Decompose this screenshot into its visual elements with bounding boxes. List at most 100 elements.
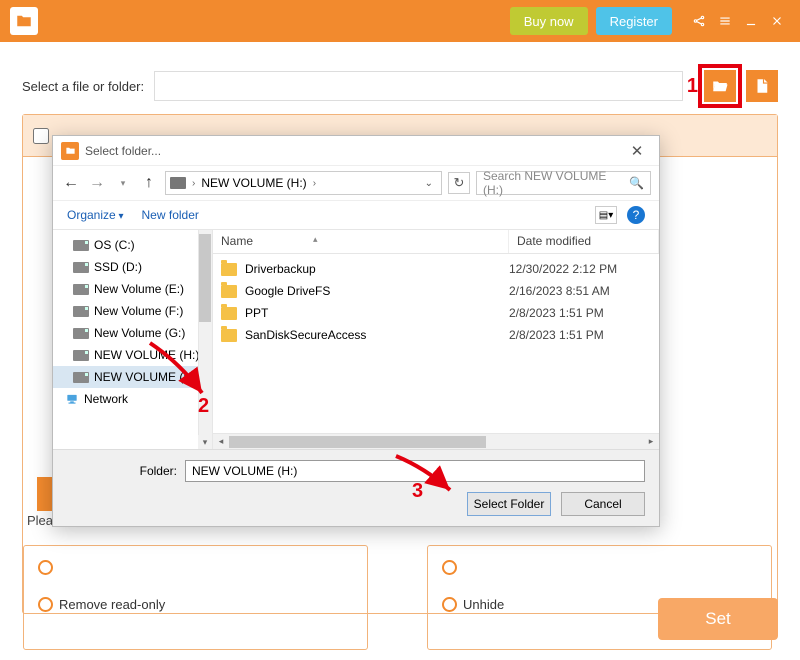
tree-item[interactable]: New Volume (E:) xyxy=(53,278,212,300)
marker-3: 3 xyxy=(412,480,423,503)
nav-back-icon[interactable]: ← xyxy=(61,173,81,193)
marker-1: 1 xyxy=(687,75,698,98)
folder-label: Folder: xyxy=(67,464,177,478)
nav-up-icon[interactable]: ↑ xyxy=(139,173,159,193)
file-date: 2/8/2023 1:51 PM xyxy=(509,306,659,320)
breadcrumb[interactable]: › NEW VOLUME (H:) › ⌄ xyxy=(165,171,442,195)
minimize-icon[interactable] xyxy=(738,0,764,42)
tree-item[interactable]: Network xyxy=(53,388,212,410)
radio[interactable] xyxy=(442,597,457,612)
drive-icon xyxy=(170,177,186,189)
folder-input[interactable] xyxy=(185,460,645,482)
file-date: 2/8/2023 1:51 PM xyxy=(509,328,659,342)
network-icon xyxy=(65,392,79,406)
tree-item-selected[interactable]: NEW VOLUME (H:) xyxy=(53,366,212,388)
select-folder-button[interactable]: Select Folder xyxy=(467,492,551,516)
file-row[interactable]: Driverbackup12/30/2022 2:12 PM xyxy=(213,258,659,280)
file-date: 12/30/2022 2:12 PM xyxy=(509,262,659,276)
search-input[interactable]: Search NEW VOLUME (H:) 🔍 xyxy=(476,171,651,195)
chevron-right-icon: › xyxy=(313,178,316,189)
tree-label: New Volume (G:) xyxy=(94,326,185,340)
organize-menu[interactable]: Organize xyxy=(67,208,124,222)
radio[interactable] xyxy=(442,560,457,575)
tree-label: OS (C:) xyxy=(94,238,135,252)
option-label: Unhide xyxy=(463,597,504,612)
scroll-left-icon[interactable]: ◂ xyxy=(213,434,229,450)
tree-label: New Volume (F:) xyxy=(94,304,183,318)
tree-item[interactable]: SSD (D:) xyxy=(53,256,212,278)
buy-now-button[interactable]: Buy now xyxy=(510,7,588,35)
file-row[interactable]: Google DriveFS2/16/2023 8:51 AM xyxy=(213,280,659,302)
help-icon[interactable]: ? xyxy=(627,206,645,224)
dialog-nav: ← → ▾ ↑ › NEW VOLUME (H:) › ⌄ ↻ Search N… xyxy=(53,166,659,200)
horizontal-scrollbar[interactable]: ◂ ▸ xyxy=(213,433,659,449)
options-left: Remove read-only xyxy=(23,545,368,650)
app-logo xyxy=(10,7,38,35)
file-row[interactable]: PPT2/8/2023 1:51 PM xyxy=(213,302,659,324)
nav-recent-icon[interactable]: ▾ xyxy=(113,173,133,193)
drive-icon xyxy=(73,240,89,251)
sort-indicator-icon: ▴ xyxy=(313,234,318,249)
browse-folder-button[interactable] xyxy=(704,70,736,102)
tree-item[interactable]: New Volume (F:) xyxy=(53,300,212,322)
tree-label: NEW VOLUME (H:) xyxy=(94,348,199,362)
drive-icon xyxy=(73,372,89,383)
new-folder-button[interactable]: New folder xyxy=(142,208,199,222)
tree-label: SSD (D:) xyxy=(94,260,142,274)
radio[interactable] xyxy=(38,597,53,612)
file-list-header[interactable]: Name ▴ Date modified xyxy=(213,230,659,254)
refresh-icon[interactable]: ↻ xyxy=(448,172,470,194)
select-row: Select a file or folder: 1 xyxy=(0,42,800,114)
tree-item[interactable]: NEW VOLUME (H:) xyxy=(53,344,212,366)
dialog-title: Select folder... xyxy=(85,144,161,158)
option-label: Remove read-only xyxy=(59,597,165,612)
file-name: PPT xyxy=(245,306,509,320)
path-input[interactable] xyxy=(154,71,683,101)
drive-icon xyxy=(73,262,89,273)
search-icon: 🔍 xyxy=(629,176,644,190)
dialog-close-icon[interactable]: ✕ xyxy=(623,137,651,165)
tree-label: NEW VOLUME (H:) xyxy=(94,370,199,384)
file-name: Driverbackup xyxy=(245,262,509,276)
search-placeholder: Search NEW VOLUME (H:) xyxy=(483,169,629,197)
register-button[interactable]: Register xyxy=(596,7,672,35)
folder-tree[interactable]: OS (C:) SSD (D:) New Volume (E:) New Vol… xyxy=(53,230,213,449)
select-all-checkbox[interactable] xyxy=(33,128,49,144)
drive-icon xyxy=(73,350,89,361)
close-icon[interactable] xyxy=(764,0,790,42)
file-name: SanDiskSecureAccess xyxy=(245,328,509,342)
drive-icon xyxy=(73,284,89,295)
chevron-right-icon: › xyxy=(192,178,195,189)
file-row[interactable]: SanDiskSecureAccess2/8/2023 1:51 PM xyxy=(213,324,659,346)
col-date[interactable]: Date modified xyxy=(509,230,659,253)
tree-item[interactable]: New Volume (G:) xyxy=(53,322,212,344)
folder-open-icon xyxy=(711,77,729,95)
folder-icon xyxy=(221,307,237,320)
file-name: Google DriveFS xyxy=(245,284,509,298)
scroll-down-icon[interactable]: ▾ xyxy=(198,435,212,449)
titlebar: Buy now Register xyxy=(0,0,800,42)
scroll-right-icon[interactable]: ▸ xyxy=(643,434,659,450)
col-name[interactable]: Name xyxy=(221,234,253,249)
menu-icon[interactable] xyxy=(712,0,738,42)
drive-icon xyxy=(73,328,89,339)
tree-item[interactable]: OS (C:) xyxy=(53,234,212,256)
cancel-button[interactable]: Cancel xyxy=(561,492,645,516)
tree-label: New Volume (E:) xyxy=(94,282,184,296)
tree-label: Network xyxy=(84,392,128,406)
dialog-titlebar: Select folder... ✕ xyxy=(53,136,659,166)
view-options-icon[interactable]: ▤▾ xyxy=(595,206,617,224)
share-icon[interactable] xyxy=(686,0,712,42)
chevron-down-icon[interactable]: ⌄ xyxy=(425,178,437,189)
file-rows[interactable]: Driverbackup12/30/2022 2:12 PM Google Dr… xyxy=(213,254,659,433)
dialog-logo xyxy=(61,142,79,160)
browse-file-button[interactable] xyxy=(746,70,778,102)
folder-icon xyxy=(221,263,237,276)
nav-forward-icon: → xyxy=(87,173,107,193)
file-date: 2/16/2023 8:51 AM xyxy=(509,284,659,298)
dialog-toolbar: Organize New folder ▤▾ ? xyxy=(53,200,659,230)
file-icon xyxy=(753,77,771,95)
folder-icon xyxy=(221,285,237,298)
radio[interactable] xyxy=(38,560,53,575)
set-button[interactable]: Set xyxy=(658,598,778,640)
